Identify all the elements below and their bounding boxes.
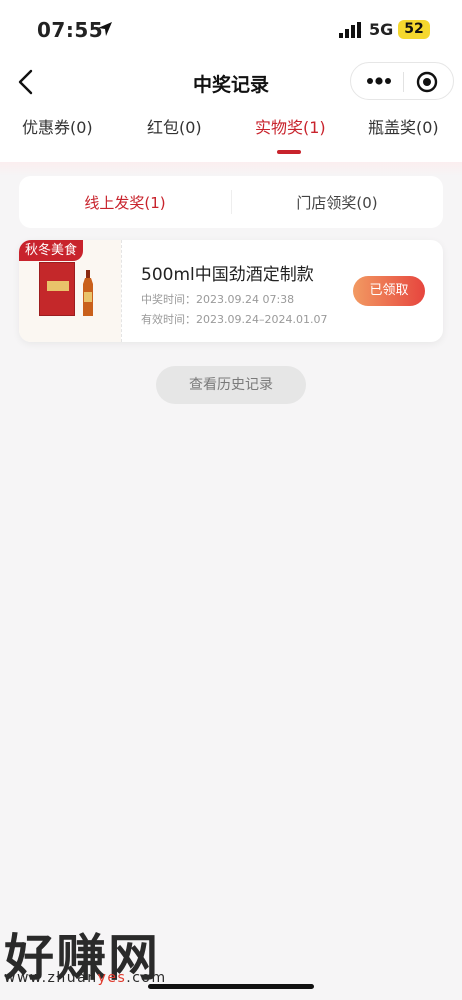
- subtab-store-pickup[interactable]: 门店领奖(0): [231, 192, 443, 213]
- more-dots-icon[interactable]: [365, 74, 393, 88]
- status-bar: 07:55 5G 52: [0, 0, 462, 56]
- header-fade: [0, 162, 462, 176]
- product-box-image: [39, 262, 75, 316]
- prize-name: 500ml中国劲酒定制款: [141, 265, 314, 285]
- capsule-divider: [403, 72, 404, 92]
- watermark-logo: 好赚网 www.zhuanyes.com: [4, 918, 188, 992]
- delivery-subtabs: 线上发奖(1) 门店领奖(0): [19, 176, 443, 228]
- claimed-button[interactable]: 已领取: [353, 276, 425, 306]
- mini-program-capsule: [350, 62, 454, 100]
- location-arrow-icon: [98, 22, 112, 36]
- win-time: 中奖时间：2023.09.24 07:38: [141, 293, 295, 306]
- target-icon[interactable]: [416, 71, 438, 93]
- prize-type-tabs: 优惠券(0) 红包(0) 实物奖(1) 瓶盖奖(0): [0, 114, 462, 160]
- active-tab-indicator: [277, 150, 301, 154]
- tab-physical-prize[interactable]: 实物奖(1): [255, 114, 326, 154]
- status-time: 07:55: [37, 18, 104, 42]
- signal-icon: [339, 22, 361, 38]
- watermark-url: www.zhuanyes.com: [4, 970, 167, 986]
- tab-bottle-cap[interactable]: 瓶盖奖(0): [368, 114, 439, 154]
- tab-coupon[interactable]: 优惠券(0): [22, 114, 93, 154]
- battery-indicator: 52: [398, 20, 430, 39]
- nav-bar: 中奖记录: [0, 56, 462, 108]
- prize-card[interactable]: 秋冬美食 500ml中国劲酒定制款 中奖时间：2023.09.24 07:38 …: [19, 240, 443, 342]
- category-badge: 秋冬美食: [19, 240, 84, 261]
- tab-red-packet[interactable]: 红包(0): [147, 114, 202, 154]
- network-type: 5G: [369, 20, 394, 39]
- card-divider: [121, 240, 122, 342]
- valid-time: 有效时间：2023.09.24–2024.01.07: [141, 313, 328, 326]
- view-history-button[interactable]: 查看历史记录: [156, 366, 306, 404]
- product-bottle-image: [83, 270, 93, 316]
- home-indicator: [148, 984, 314, 989]
- subtab-online-delivery[interactable]: 线上发奖(1): [19, 192, 231, 213]
